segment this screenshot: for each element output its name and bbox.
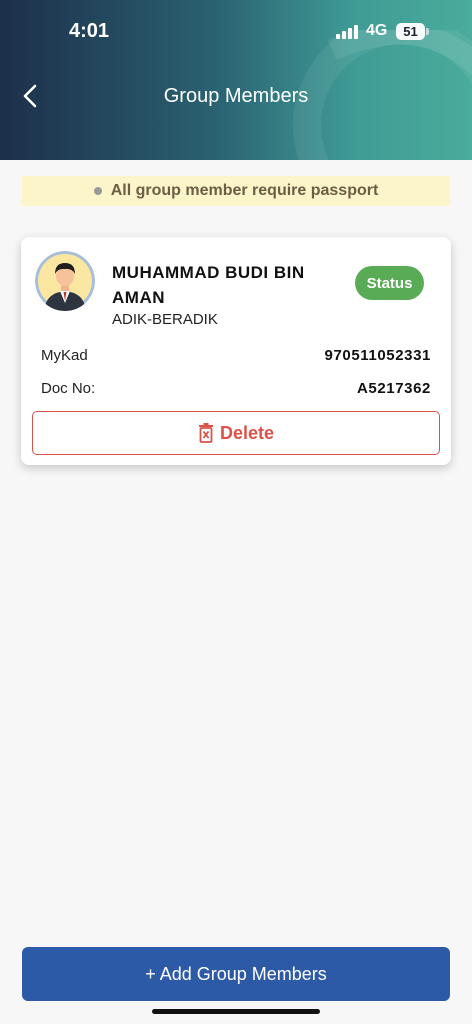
avatar-icon (35, 251, 95, 311)
notice-text: All group member require passport (110, 182, 379, 199)
status-badge[interactable]: Status (355, 266, 424, 300)
clock: 4:01 (69, 20, 110, 42)
mykad-label: MyKad (41, 347, 88, 364)
mykad-value: 970511052331 (324, 347, 431, 364)
doc-value: A5217362 (356, 380, 431, 397)
home-indicator (152, 1009, 320, 1014)
member-name: MUHAMMAD BUDI BIN AMAN (112, 263, 305, 307)
member-relation: ADIK-BERADIK (112, 311, 218, 328)
delete-label: Delete (219, 422, 275, 443)
signal-icon (336, 25, 358, 39)
add-group-members-button[interactable]: + Add Group Members (22, 947, 450, 1001)
doc-row: Doc No: A5217362 (41, 380, 431, 397)
passport-notice: All group member require passport (22, 176, 450, 206)
network-type: 4G (366, 22, 388, 39)
trash-icon (198, 423, 213, 443)
bullet-dot (93, 187, 102, 195)
battery-icon: 51 (396, 23, 429, 40)
mykad-row: MyKad 970511052331 (41, 347, 431, 364)
app-header: 4:01 4G 51 Group Members (0, 0, 472, 160)
member-card: MUHAMMAD BUDI BIN AMAN ADIK-BERADIK Stat… (21, 237, 451, 465)
delete-button[interactable]: Delete (32, 411, 440, 455)
doc-label: Doc No: (41, 380, 96, 397)
status-bar: 4:01 4G 51 (0, 0, 472, 64)
page-title: Group Members (163, 85, 309, 107)
battery-level: 51 (403, 24, 418, 39)
